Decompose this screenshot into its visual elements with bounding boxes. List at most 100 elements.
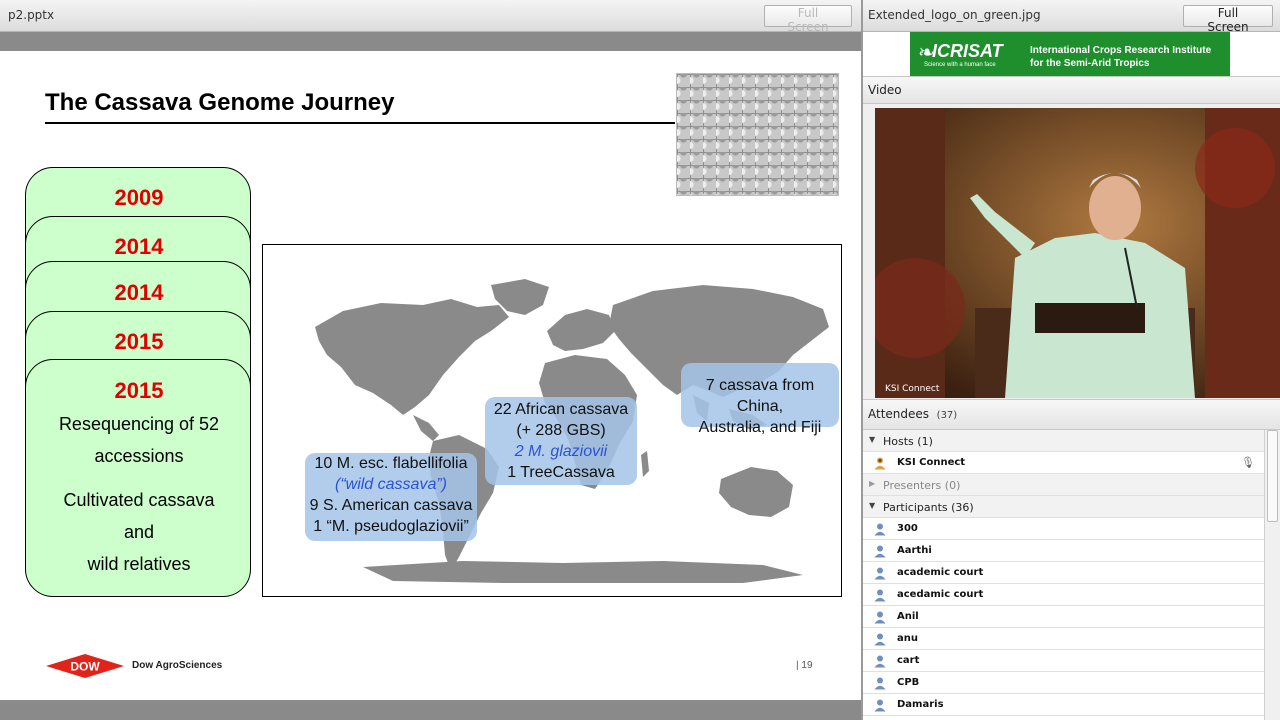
map-label-line: 9 S. American cassava <box>309 497 473 514</box>
attendee-row[interactable]: acedamic court <box>863 584 1264 606</box>
slide-bottom-band <box>0 700 861 720</box>
map-label-asia: 7 cassava from China, Australia, and Fij… <box>681 363 839 436</box>
icrisat-logo: ❧ ICRISAT Science with a human face Inte… <box>910 32 1230 76</box>
timeline-year: 2009 <box>114 185 164 210</box>
slide-number: | 19 <box>796 660 813 671</box>
company-name: Dow AgroSciences <box>132 660 223 671</box>
icrisat-logo-word: ICRISAT <box>932 41 1003 61</box>
participant-icon <box>874 523 886 536</box>
logo-pod-header: Extended_logo_on_green.jpg Full Screen <box>863 0 1280 34</box>
attendee-list: ▼ Hosts (1) KSI Connect 🎙 ▶ Presenters (… <box>863 430 1264 720</box>
map-label-south-america: 10 M. esc. flabellifolia (“wild cassava”… <box>305 453 477 541</box>
attendee-row[interactable]: Damaris <box>863 694 1264 716</box>
video-pod-header: Video <box>863 76 1280 104</box>
hosts-group-row[interactable]: ▼ Hosts (1) <box>863 430 1264 452</box>
map-label-line: 7 cassava from China, <box>705 377 815 415</box>
attendee-row[interactable]: Aarthi <box>863 540 1264 562</box>
world-map: 10 M. esc. flabellifolia (“wild cassava”… <box>262 244 842 597</box>
expand-arrow-icon[interactable]: ▼ <box>869 435 875 444</box>
timeline-year: 2014 <box>114 234 164 259</box>
participant-icon <box>874 545 886 558</box>
map-label-line: 1 TreeCassava <box>507 464 615 481</box>
presenters-group-row[interactable]: ▶ Presenters (0) <box>863 474 1264 496</box>
participant-icon <box>874 677 886 690</box>
participant-icon <box>874 633 886 646</box>
participant-icon <box>874 655 886 668</box>
expand-arrow-icon[interactable]: ▼ <box>869 501 875 510</box>
hosts-group-label: Hosts (1) <box>883 435 933 448</box>
timeline-detail: accessions <box>94 446 184 466</box>
timeline-detail: Cultivated cassava <box>63 490 215 510</box>
collapsed-arrow-icon[interactable]: ▶ <box>869 479 875 488</box>
map-label-line: Australia, and Fiji <box>698 419 822 436</box>
map-label-line: 22 African cassava <box>493 401 629 418</box>
video-pod-title: Video <box>868 83 902 97</box>
participant-icon <box>874 611 886 624</box>
host-icon <box>874 457 886 470</box>
timeline-year: 2015 <box>114 329 164 354</box>
presentation-pod: p2.pptx Full Screen The Cassava Genome J… <box>0 0 861 720</box>
participants-group-row[interactable]: ▼ Participants (36) <box>863 496 1264 518</box>
microphone-icon: 🎙 <box>1241 456 1255 469</box>
attendee-row[interactable]: Anil <box>863 606 1264 628</box>
icrisat-logo-area: ❧ ICRISAT Science with a human face Inte… <box>863 32 1280 76</box>
title-underline <box>45 122 675 124</box>
attendee-name: acedamic court <box>897 589 984 600</box>
logo-full-screen-button[interactable]: Full Screen <box>1183 5 1273 34</box>
timeline-detail: and <box>123 522 155 542</box>
attendees-pod-header: Attendees (37) <box>863 399 1280 430</box>
map-label-line: (+ 288 GBS) <box>516 422 606 439</box>
timeline-detail: Resequencing of 52 <box>58 414 220 434</box>
timeline-year: 2014 <box>114 280 164 305</box>
slide-top-band <box>0 32 861 51</box>
map-label-line: 2 M. glaziovii <box>514 443 608 460</box>
slide-title: The Cassava Genome Journey <box>45 89 395 116</box>
attendee-scrollbar[interactable] <box>1264 430 1280 720</box>
presentation-pod-title: p2.pptx <box>8 8 55 22</box>
attendee-row[interactable]: academic court <box>863 562 1264 584</box>
timeline-card: 2015 Resequencing of 52 accessions Culti… <box>25 359 251 597</box>
video-frame <box>875 108 1280 398</box>
presenters-group-label: Presenters (0) <box>883 479 961 492</box>
right-column: Extended_logo_on_green.jpg Full Screen ❧… <box>863 0 1280 720</box>
attendee-name: cart <box>897 655 920 666</box>
attendee-name: academic court <box>897 567 984 578</box>
presentation-full-screen-button[interactable]: Full Screen <box>764 5 852 34</box>
participant-icon <box>874 567 886 580</box>
timeline-detail: wild relatives <box>87 554 191 574</box>
attendee-row[interactable]: CPB <box>863 672 1264 694</box>
map-label-africa: 22 African cassava (+ 288 GBS) 2 M. glaz… <box>485 397 637 485</box>
attendee-name: anu <box>897 633 918 644</box>
icrisat-logo-tagline: Science with a human face <box>924 62 996 68</box>
map-label-line: (“wild cassava”) <box>334 476 447 493</box>
attendee-name: 300 <box>897 523 918 534</box>
attendee-name: Anil <box>897 611 919 622</box>
logo-pod-title: Extended_logo_on_green.jpg <box>868 8 1041 22</box>
attendee-name: KSI Connect <box>897 457 966 468</box>
attendee-name: CPB <box>897 677 920 688</box>
puzzle-image <box>676 73 839 196</box>
participant-icon <box>874 699 886 712</box>
dow-logo-text: DOW <box>70 660 100 674</box>
slide: The Cassava Genome Journey 2009 2014 201… <box>0 51 861 700</box>
attendee-row[interactable]: 300 <box>863 518 1264 540</box>
attendee-row[interactable]: KSI Connect 🎙 <box>863 452 1264 474</box>
participant-icon <box>874 589 886 602</box>
attendees-count: (37) <box>936 410 958 421</box>
attendee-row[interactable]: anu <box>863 628 1264 650</box>
timeline-year: 2015 <box>114 378 164 403</box>
participants-group-label: Participants (36) <box>883 501 974 514</box>
attendees-title: Attendees <box>868 407 930 421</box>
scrollbar-thumb[interactable] <box>1267 430 1278 522</box>
icrisat-org-name: International Crops Research Institute f… <box>1030 44 1211 70</box>
icrisat-org-line: for the Semi-Arid Tropics <box>1030 58 1150 69</box>
dow-logo: DOW <box>46 654 124 678</box>
presentation-pod-header: p2.pptx Full Screen <box>0 0 861 34</box>
video-feed[interactable]: KSI Connect <box>875 108 1280 398</box>
video-caption: KSI Connect <box>885 384 940 394</box>
attendee-name: Damaris <box>897 699 944 710</box>
attendee-name: Aarthi <box>897 545 932 556</box>
attendees-pod-title: Attendees (37) <box>868 407 957 421</box>
attendee-row[interactable]: cart <box>863 650 1264 672</box>
map-label-line: 1 “M. pseudoglaziovii” <box>313 518 469 535</box>
